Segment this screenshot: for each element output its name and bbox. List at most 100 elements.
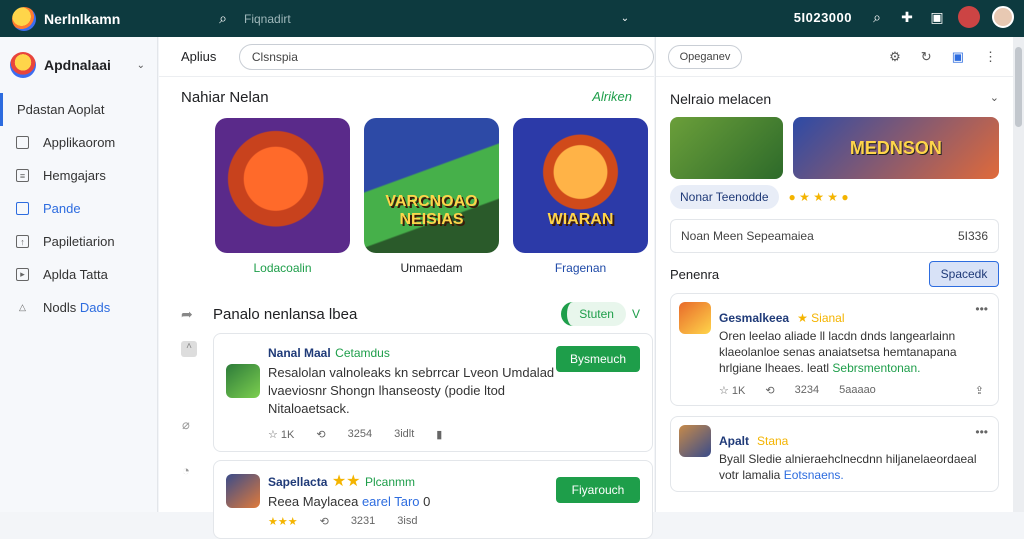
- sidebar-item-label: Papiletiarion: [43, 234, 115, 249]
- search-icon[interactable]: ⌕: [214, 10, 232, 28]
- post-tag[interactable]: ★ Sianal: [797, 311, 844, 325]
- controller-icon[interactable]: ▣: [928, 8, 946, 26]
- repost-icon[interactable]: ⟲: [320, 515, 329, 528]
- sidebar-item-publications[interactable]: ↑ Papiletiarion: [0, 225, 157, 258]
- scrollbar-thumb[interactable]: [1015, 47, 1022, 127]
- post-avatar[interactable]: [226, 364, 260, 398]
- panel-title: Nelraio melacen: [670, 91, 772, 107]
- app-logo-icon[interactable]: [12, 6, 36, 31]
- category-button[interactable]: Spacedk: [929, 261, 999, 287]
- category-chip[interactable]: Nonar Teenodde: [670, 185, 779, 209]
- game-thumbnail[interactable]: VARCNOAO NEISIAS: [364, 118, 499, 253]
- window-icon[interactable]: ▣: [952, 49, 964, 65]
- coin-count: 5I023000: [793, 9, 852, 25]
- game-name[interactable]: Lodacoalin: [215, 261, 350, 275]
- account-switcher[interactable]: Apdnalaai ⌄: [0, 37, 157, 93]
- account-name: Apdnalaai: [44, 57, 111, 73]
- chevron-down-icon[interactable]: ⌄: [990, 91, 999, 107]
- chevron-down-icon[interactable]: ⌄: [137, 60, 145, 71]
- sidebar-item-nodes[interactable]: △ Nodls Dads: [0, 291, 157, 324]
- bookmark-icon[interactable]: ▮: [436, 428, 442, 441]
- game-name[interactable]: Unmaedam: [364, 261, 499, 275]
- share-icon[interactable]: ⇪: [975, 384, 984, 397]
- global-search[interactable]: ⌕ Fiqnadirt ⌄: [214, 6, 634, 32]
- share-icon[interactable]: ➦: [181, 306, 213, 323]
- notification-icon[interactable]: [958, 6, 980, 28]
- post-card: Fiyarouch Sapellacta ★★ Plcanmm Reea May…: [213, 460, 653, 539]
- refresh-icon[interactable]: ↻: [921, 49, 932, 65]
- sidebar-item-videos[interactable]: ▸ Aplda Tatta: [0, 258, 157, 291]
- attach-icon[interactable]: ⌀: [182, 417, 190, 433]
- post-action-button[interactable]: Bysmeuch: [556, 346, 640, 372]
- post-avatar[interactable]: [679, 425, 711, 457]
- section-title: Nahiar Nelan: [181, 89, 269, 106]
- game-thumbnail[interactable]: WIARAN: [513, 118, 648, 253]
- rating-stars: ★★★: [268, 516, 298, 528]
- like-count[interactable]: ☆ 1K: [268, 428, 294, 441]
- views-count: 3231: [350, 515, 376, 527]
- gear-icon[interactable]: ⚙: [889, 49, 901, 65]
- game-thumbnail[interactable]: [215, 118, 350, 253]
- main-feed: Aplius Clsnspia Nahiar Nelan Alriken Lod…: [159, 37, 654, 539]
- sidebar-item-pande[interactable]: Pande: [0, 192, 157, 225]
- panel-post-card: ••• Gesmalkeea ★ Sianal Oren leelao alia…: [670, 293, 999, 406]
- top-bar: Nerlnlkamn ⌕ Fiqnadirt ⌄ 5I023000 ⌕ ✚ ▣: [0, 0, 1024, 37]
- post-avatar[interactable]: [226, 474, 260, 508]
- user-avatar[interactable]: [992, 6, 1014, 28]
- section-title: Panalo nenlansa lbea: [213, 305, 358, 323]
- sidebar-item-home[interactable]: Pdastan Aoplat: [0, 93, 157, 126]
- sidebar-item-games[interactable]: ≡ Hemgajars: [0, 159, 157, 192]
- more-horizontal-icon[interactable]: •••: [975, 425, 988, 439]
- global-search-input[interactable]: Fiqnadirt: [244, 12, 616, 26]
- play-icon: ▸: [16, 268, 29, 281]
- collapse-icon[interactable]: ˄: [181, 341, 197, 357]
- mountain-icon: △: [19, 302, 26, 312]
- posts-section: ➦ Panalo nenlansa lbea Stuten V Bysmeuch…: [159, 295, 654, 539]
- more-vertical-icon[interactable]: ⋮: [984, 49, 997, 65]
- promo-banner[interactable]: [670, 117, 783, 179]
- repost-icon[interactable]: ⟲: [316, 428, 325, 441]
- options-button[interactable]: Opeganev: [668, 45, 742, 69]
- rating-stars: ★★: [331, 473, 361, 490]
- search-icon[interactable]: ⌕: [868, 8, 886, 26]
- info-row[interactable]: Noan Meen Sepeamaiea 5I336: [670, 219, 999, 253]
- like-count[interactable]: ☆ 1K: [719, 384, 745, 397]
- post-author[interactable]: Nanal Maal: [268, 346, 331, 360]
- more-horizontal-icon[interactable]: •••: [975, 302, 988, 316]
- sidebar-item-label: Pdastan Aoplat: [17, 102, 105, 117]
- post-tag[interactable]: Plcanmm: [365, 475, 415, 489]
- sidebar: Apdnalaai ⌄ Pdastan Aoplat Applikaorom ≡…: [0, 37, 158, 512]
- post-tag[interactable]: Cetamdus: [335, 346, 390, 360]
- game-card[interactable]: VARCNOAO NEISIAS Unmaedam: [364, 118, 499, 275]
- promo-banner[interactable]: MEDNSON: [792, 117, 999, 179]
- post-author[interactable]: Apalt: [719, 434, 749, 448]
- feed-search-input[interactable]: Clsnspia: [238, 43, 654, 70]
- feed-label: Aplius: [181, 49, 217, 64]
- post-tag[interactable]: Stana: [757, 434, 788, 448]
- filter-toggle[interactable]: Stuten V: [561, 302, 640, 326]
- list-icon: ≡: [16, 169, 29, 182]
- post-author[interactable]: Sapellacta: [268, 475, 327, 489]
- repost-icon[interactable]: ⟲: [765, 384, 774, 397]
- chevron-down-icon[interactable]: ⌄: [616, 10, 634, 28]
- brand-name[interactable]: Nerlnlkamn: [44, 11, 174, 27]
- sidebar-item-apps[interactable]: Applikaorom: [0, 126, 157, 159]
- game-thumbnail-title: WIARAN: [547, 211, 614, 228]
- comments-count: 3idlt: [394, 428, 415, 440]
- game-card[interactable]: WIARAN Fragenan: [513, 118, 648, 275]
- post-author[interactable]: Gesmalkeea: [719, 311, 789, 325]
- post-link[interactable]: earel Taro: [362, 494, 420, 509]
- see-all-link[interactable]: Alriken: [592, 89, 632, 106]
- plus-icon[interactable]: ✚: [898, 8, 916, 26]
- post-card: Bysmeuch Nanal Maal Cetamdus Resalolan v…: [213, 333, 653, 452]
- game-card[interactable]: Lodacoalin: [215, 118, 350, 275]
- scrollbar[interactable]: [1013, 37, 1024, 512]
- game-name[interactable]: Fragenan: [513, 261, 648, 275]
- post-avatar[interactable]: [679, 302, 711, 334]
- post-body: Byall Sledie alnieraehclnecdnn hiljanela…: [719, 452, 977, 482]
- post-action-button[interactable]: Fiyarouch: [556, 477, 640, 503]
- sidebar-item-label-accent: Dads: [79, 300, 111, 315]
- comments-count: 3isd: [397, 515, 418, 527]
- filter-toggle-value: V: [631, 307, 640, 321]
- comment-icon[interactable]: ◔: [182, 463, 190, 478]
